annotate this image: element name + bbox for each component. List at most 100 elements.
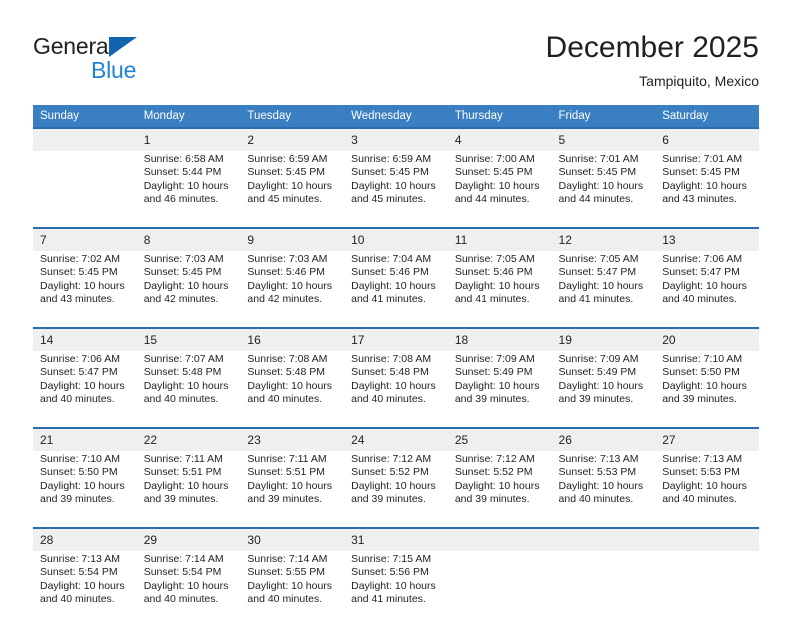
day-number[interactable]: 27 [655, 429, 759, 451]
day-cell[interactable]: Sunrise: 7:09 AM Sunset: 5:49 PM Daylight:… [447, 351, 552, 427]
day-detail-line: and 40 minutes. [143, 592, 219, 605]
day-number[interactable]: 16 [240, 329, 345, 351]
day-detail-line: and 40 minutes. [662, 292, 737, 305]
day-detail-line: and 39 minutes. [558, 392, 634, 405]
day-number[interactable]: 11 [447, 229, 552, 251]
day-cell[interactable]: Sunrise: 7:11 AM Sunset: 5:51 PM Daylight:… [136, 451, 241, 527]
day-cell[interactable]: Sunrise: 7:11 AM Sunset: 5:51 PM Daylight:… [240, 451, 345, 527]
day-cell[interactable]: Sunrise: 7:03 AM Sunset: 5:45 PM Daylight:… [136, 251, 241, 327]
day-detail-line: Sunrise: 7:13 AM [662, 453, 743, 465]
day-cell[interactable]: Sunrise: 7:14 AM Sunset: 5:54 PM Daylight:… [136, 551, 241, 627]
day-number[interactable]: 10 [344, 229, 448, 251]
day-number[interactable]: 17 [344, 329, 448, 351]
day-number[interactable]: 5 [551, 129, 656, 151]
day-cell[interactable]: Sunrise: 7:01 AM Sunset: 5:45 PM Daylight:… [655, 151, 759, 227]
day-detail-line: Sunrise: 7:01 AM [558, 153, 639, 165]
day-number[interactable]: 7 [33, 229, 137, 251]
day-detail-line: and 39 minutes. [143, 492, 219, 505]
day-number[interactable]: 22 [136, 429, 241, 451]
day-number[interactable]: 25 [447, 429, 552, 451]
page-title: December 2025 [545, 31, 759, 64]
day-cell[interactable]: Sunrise: 7:10 AM Sunset: 5:50 PM Daylight:… [655, 351, 759, 427]
day-detail-line: Daylight: 10 hours [351, 279, 436, 292]
day-number[interactable]: 2 [240, 129, 345, 151]
day-detail-line: and 43 minutes. [662, 192, 737, 205]
day-number[interactable]: 9 [240, 229, 345, 251]
day-detail-line: and 41 minutes. [558, 292, 634, 305]
day-detail-line: Sunset: 5:45 PM [351, 166, 429, 179]
day-detail-line: and 39 minutes. [662, 392, 737, 405]
day-cell[interactable]: Sunrise: 6:59 AM Sunset: 5:45 PM Daylight:… [240, 151, 345, 227]
day-cell[interactable]: Sunrise: 7:10 AM Sunset: 5:50 PM Daylight:… [33, 451, 137, 527]
week-detail-row: Sunrise: 7:13 AM Sunset: 5:54 PM Daylight:… [33, 551, 759, 627]
day-number[interactable]: 12 [551, 229, 656, 251]
general-blue-logo[interactable]: General Blue [33, 33, 223, 85]
triangle-logo-icon [109, 37, 137, 57]
day-cell[interactable]: Sunrise: 7:04 AM Sunset: 5:46 PM Daylight:… [344, 251, 448, 327]
day-cell[interactable]: Sunrise: 7:01 AM Sunset: 5:45 PM Daylight:… [551, 151, 656, 227]
day-detail-line: Sunrise: 6:58 AM [143, 153, 224, 165]
day-cell[interactable]: Sunrise: 7:13 AM Sunset: 5:53 PM Daylight:… [655, 451, 759, 527]
day-detail-line: Daylight: 10 hours [662, 279, 747, 292]
day-detail-line: Sunset: 5:47 PM [662, 266, 740, 279]
day-number[interactable]: 31 [344, 529, 448, 551]
day-detail-line: Daylight: 10 hours [662, 379, 747, 392]
day-cell[interactable]: Sunrise: 7:14 AM Sunset: 5:55 PM Daylight:… [240, 551, 345, 627]
day-cell[interactable]: Sunrise: 7:05 AM Sunset: 5:46 PM Daylight:… [447, 251, 552, 327]
day-detail-line: Sunrise: 7:13 AM [40, 553, 120, 565]
day-detail-line: Sunset: 5:45 PM [40, 266, 118, 279]
day-number[interactable]: 19 [551, 329, 656, 351]
day-number[interactable]: 3 [344, 129, 448, 151]
day-cell[interactable]: Sunrise: 7:03 AM Sunset: 5:46 PM Daylight:… [240, 251, 345, 327]
day-number[interactable]: 30 [240, 529, 345, 551]
day-cell[interactable]: Sunrise: 6:58 AM Sunset: 5:44 PM Daylight:… [136, 151, 241, 227]
day-detail-line: Sunrise: 7:01 AM [662, 153, 743, 165]
day-number[interactable]: 20 [655, 329, 759, 351]
day-cell[interactable]: Sunrise: 7:15 AM Sunset: 5:56 PM Daylight:… [344, 551, 448, 627]
day-detail-line: Sunset: 5:45 PM [558, 166, 637, 179]
day-detail-line: Sunset: 5:46 PM [351, 266, 429, 279]
day-number[interactable]: 6 [655, 129, 759, 151]
weekday-header-saturday: Saturday [655, 105, 759, 127]
day-number[interactable]: 8 [136, 229, 241, 251]
day-number[interactable]: 14 [33, 329, 137, 351]
day-number[interactable]: 18 [447, 329, 552, 351]
day-cell[interactable]: Sunrise: 7:12 AM Sunset: 5:52 PM Daylight:… [344, 451, 448, 527]
day-detail-line: Daylight: 10 hours [454, 179, 540, 192]
day-detail-line: and 39 minutes. [351, 492, 426, 505]
day-cell[interactable]: Sunrise: 7:05 AM Sunset: 5:47 PM Daylight:… [551, 251, 656, 327]
day-detail-line: Sunset: 5:45 PM [143, 266, 222, 279]
day-cell[interactable]: Sunrise: 7:12 AM Sunset: 5:52 PM Daylight:… [447, 451, 552, 527]
day-detail-line: Sunset: 5:56 PM [351, 566, 429, 579]
day-cell[interactable]: Sunrise: 7:13 AM Sunset: 5:53 PM Daylight:… [551, 451, 656, 527]
day-number[interactable]: 13 [655, 229, 759, 251]
day-cell[interactable]: Sunrise: 7:07 AM Sunset: 5:48 PM Daylight:… [136, 351, 241, 427]
day-detail-line: Sunset: 5:50 PM [662, 366, 740, 379]
day-detail-line: Sunrise: 7:11 AM [143, 453, 223, 465]
day-cell[interactable]: Sunrise: 7:08 AM Sunset: 5:48 PM Daylight:… [240, 351, 345, 427]
day-detail-line: Daylight: 10 hours [454, 379, 540, 392]
day-cell-empty [33, 151, 137, 227]
day-number[interactable]: 4 [447, 129, 552, 151]
day-number[interactable]: 26 [551, 429, 656, 451]
day-cell[interactable]: Sunrise: 7:13 AM Sunset: 5:54 PM Daylight:… [33, 551, 137, 627]
day-cell[interactable]: Sunrise: 7:06 AM Sunset: 5:47 PM Daylight:… [33, 351, 137, 427]
day-cell[interactable]: Sunrise: 6:59 AM Sunset: 5:45 PM Daylight:… [344, 151, 448, 227]
day-number[interactable]: 15 [136, 329, 241, 351]
day-number[interactable]: 28 [33, 529, 137, 551]
week-daynumber-row: 123456 [33, 129, 759, 151]
day-detail-line: and 43 minutes. [40, 292, 115, 305]
day-cell[interactable]: Sunrise: 7:00 AM Sunset: 5:45 PM Daylight:… [447, 151, 552, 227]
day-number[interactable]: 29 [136, 529, 241, 551]
day-number-empty [33, 129, 137, 151]
day-cell[interactable]: Sunrise: 7:02 AM Sunset: 5:45 PM Daylight:… [33, 251, 137, 327]
day-detail-line: Sunrise: 7:14 AM [143, 553, 224, 565]
day-number[interactable]: 24 [344, 429, 448, 451]
day-number[interactable]: 23 [240, 429, 345, 451]
day-cell[interactable]: Sunrise: 7:08 AM Sunset: 5:48 PM Daylight:… [344, 351, 448, 427]
day-number[interactable]: 1 [136, 129, 241, 151]
day-cell[interactable]: Sunrise: 7:09 AM Sunset: 5:49 PM Daylight:… [551, 351, 656, 427]
day-cell[interactable]: Sunrise: 7:06 AM Sunset: 5:47 PM Daylight:… [655, 251, 759, 327]
day-number[interactable]: 21 [33, 429, 137, 451]
day-detail-line: Sunset: 5:47 PM [40, 366, 118, 379]
